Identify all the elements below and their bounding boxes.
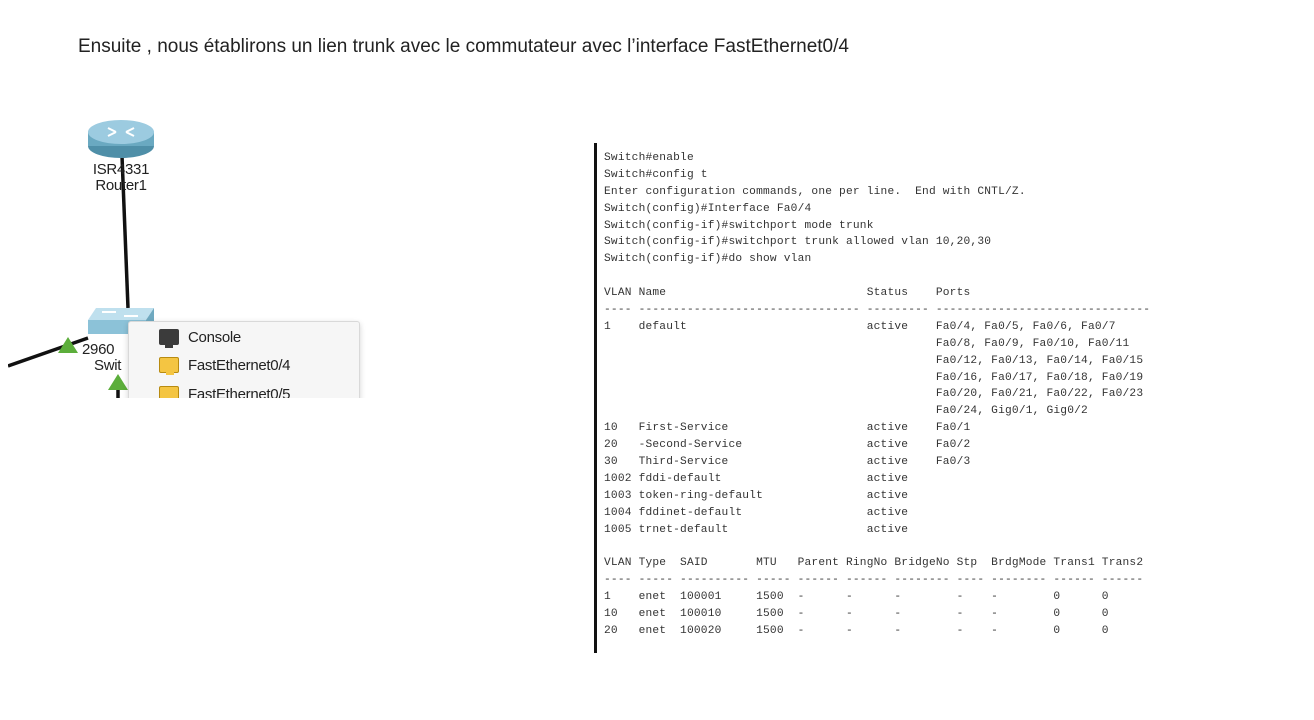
terminal-line: ---- ----- ---------- ----- ------ -----…	[604, 574, 1144, 587]
terminal-line: Enter configuration commands, one per li…	[604, 185, 1026, 198]
router-model-label: ISR4331	[92, 161, 150, 178]
terminal-line: 1 enet 100001 1500 - - - - - 0 0	[604, 591, 1109, 604]
terminal-line: VLAN Type SAID MTU Parent RingNo BridgeN…	[604, 557, 1144, 570]
terminal-line: Fa0/12, Fa0/13, Fa0/14, Fa0/15	[604, 354, 1144, 367]
terminal-line: Switch(config)#Interface Fa0/4	[604, 202, 812, 215]
terminal-line: 1002 fddi-default active	[604, 472, 909, 485]
terminal-line: 1 default active Fa0/4, Fa0/5, Fa0/6, Fa…	[604, 320, 1116, 333]
menu-item-label: Console	[188, 328, 241, 346]
terminal-line: Switch#config t	[604, 168, 708, 181]
ethernet-port-icon	[159, 357, 179, 375]
terminal-line: 1005 trnet-default active	[604, 523, 909, 536]
ethernet-port-icon	[159, 386, 179, 398]
terminal-line: Switch(config-if)#do show vlan	[604, 253, 812, 266]
terminal-line: 20 enet 100020 1500 - - - - - 0 0	[604, 624, 1109, 637]
terminal-line: Fa0/24, Gig0/1, Gig0/2	[604, 405, 1088, 418]
terminal-line: Fa0/8, Fa0/9, Fa0/10, Fa0/11	[604, 337, 1130, 350]
menu-item-fastethernet0-5[interactable]: FastEthernet0/5	[159, 382, 291, 399]
switch-name-label: Swit	[94, 357, 122, 374]
terminal-line: Switch(config-if)#switchport trunk allow…	[604, 236, 992, 249]
terminal-line: 1004 fddinet-default active	[604, 506, 909, 519]
menu-item-label: FastEthernet0/5	[188, 385, 291, 399]
link-status-up-icon	[108, 374, 128, 390]
console-port-icon	[159, 329, 179, 348]
terminal-line: Fa0/20, Fa0/21, Fa0/22, Fa0/23	[604, 388, 1144, 401]
port-selection-menu: Console FastEthernet0/4 FastEthernet0/5	[128, 321, 360, 398]
switch-model-label: 2960	[82, 341, 115, 358]
terminal-line: Switch(config-if)#switchport mode trunk	[604, 219, 874, 232]
terminal-line: VLAN Name Status Ports	[604, 287, 971, 300]
terminal-line: 10 First-Service active Fa0/1	[604, 422, 971, 435]
terminal-line: 10 enet 100010 1500 - - - - - 0 0	[604, 608, 1109, 621]
terminal-left-border	[594, 143, 597, 653]
menu-item-console[interactable]: Console	[159, 325, 241, 349]
terminal-line: Fa0/16, Fa0/17, Fa0/18, Fa0/19	[604, 371, 1144, 384]
menu-item-label: FastEthernet0/4	[188, 356, 291, 374]
link-status-up-icon	[58, 337, 78, 353]
terminal-line: 30 Third-Service active Fa0/3	[604, 456, 971, 469]
terminal-line: 1003 token-ring-default active	[604, 489, 909, 502]
router-icon[interactable]	[86, 118, 156, 160]
network-topology: ISR4331 Router1 2960 Swit Console FastEt…	[8, 108, 383, 398]
cli-output: Switch#enable Switch#config t Enter config…	[604, 150, 1304, 650]
terminal-line: Switch#enable	[604, 152, 694, 164]
menu-item-fastethernet0-4[interactable]: FastEthernet0/4	[159, 353, 291, 377]
router-name-label: Router1	[95, 177, 147, 194]
terminal-line: 20 -Second-Service active Fa0/2	[604, 439, 971, 452]
terminal-line: ---- -------------------------------- --…	[604, 304, 1151, 317]
intro-paragraph: Ensuite , nous établirons un lien trunk …	[78, 36, 849, 57]
